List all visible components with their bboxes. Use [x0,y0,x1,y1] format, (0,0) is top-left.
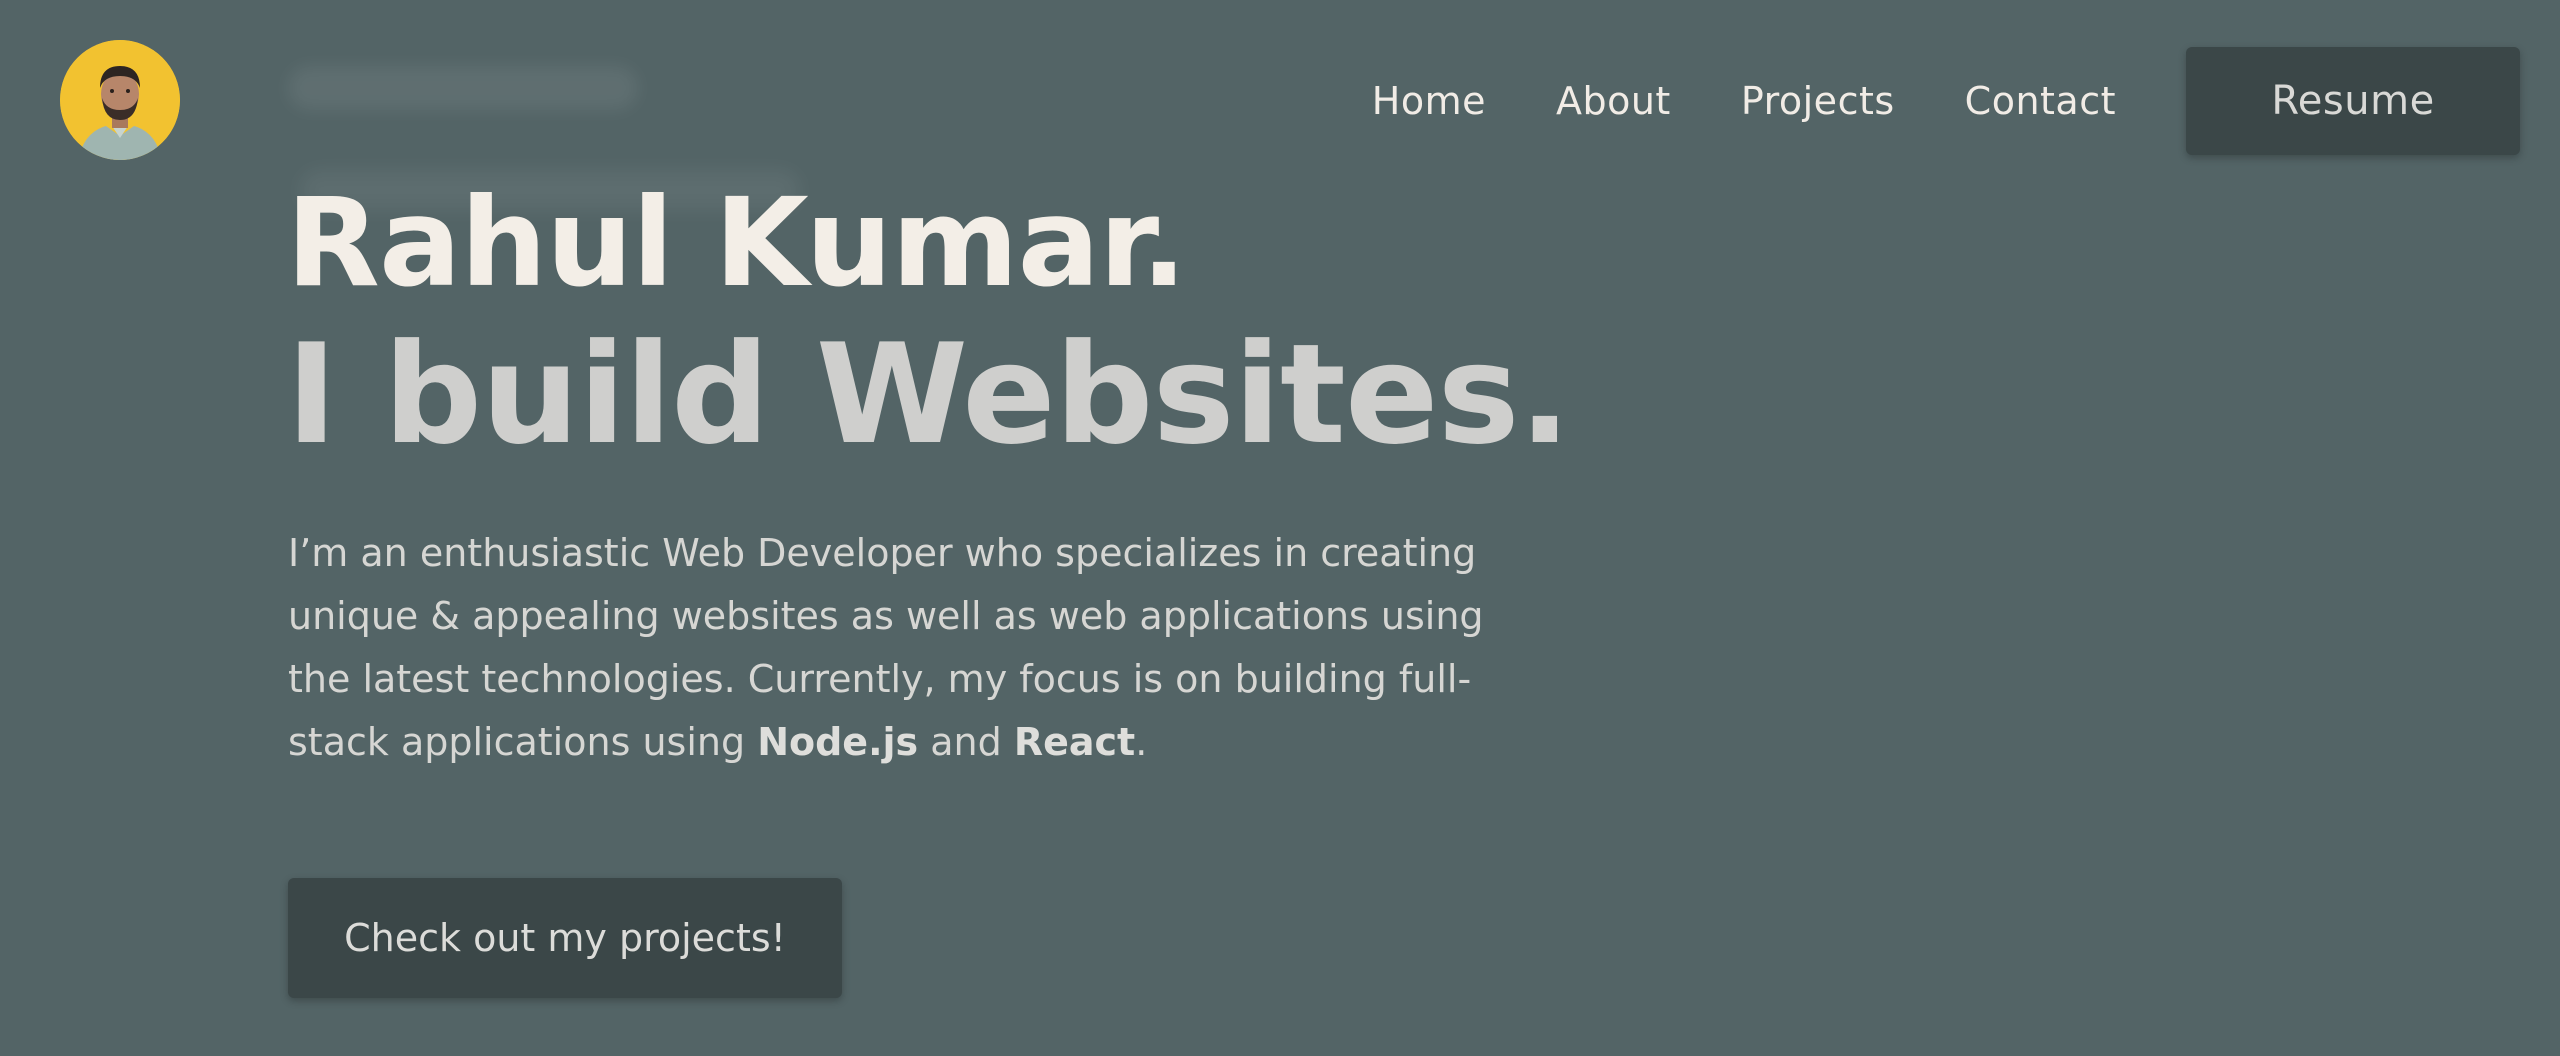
tech-nodejs: Node.js [757,720,919,764]
tech-react: React [1013,720,1136,764]
description-line: I’m an enthusiastic Web Developer who sp… [288,531,1477,575]
hero-tagline-heading: I build Websites. [286,314,1571,475]
description-text: and [918,720,1014,764]
avatar[interactable] [60,40,180,160]
check-out-projects-button[interactable]: Check out my projects! [288,878,842,998]
description-text: . [1135,720,1148,764]
main-nav: Home About Projects Contact Resume [1372,46,2520,156]
ghost-text-blur [288,66,638,110]
description-line: the latest technologies. Currently, my f… [288,657,1472,701]
resume-button[interactable]: Resume [2186,47,2520,155]
hero-description: I’m an enthusiastic Web Developer who sp… [288,522,1588,774]
nav-link-home[interactable]: Home [1372,79,1486,123]
portfolio-page: Home About Projects Contact Resume Rahul… [0,0,2560,1056]
nav-link-about[interactable]: About [1556,79,1671,123]
description-line: stack applications using Node.js and Rea… [288,711,1588,774]
description-line: unique & appealing websites as well as w… [288,594,1484,638]
nav-link-projects[interactable]: Projects [1741,79,1895,123]
description-text: stack applications using [288,720,758,764]
nav-link-contact[interactable]: Contact [1965,79,2116,123]
hero-name-heading: Rahul Kumar. [286,172,1187,314]
avatar-portrait-icon [60,40,180,160]
